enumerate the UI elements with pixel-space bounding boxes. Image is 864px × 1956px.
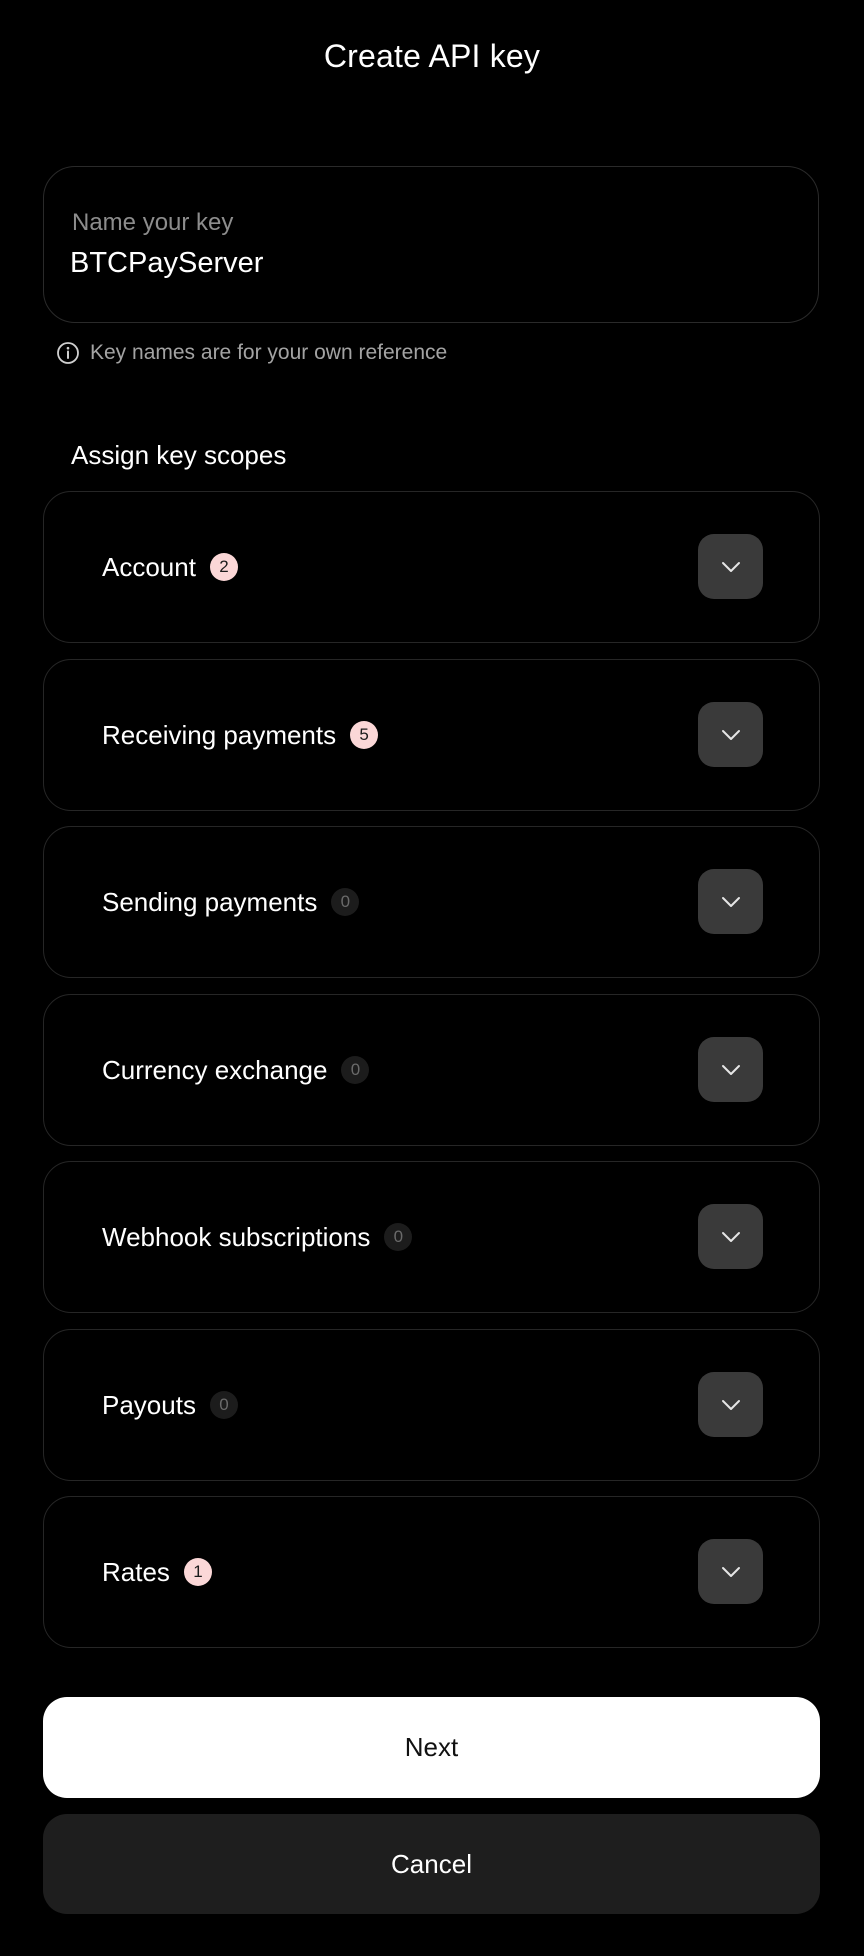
- info-icon: [56, 341, 80, 365]
- scope-count-badge: 0: [331, 888, 360, 916]
- next-button[interactable]: Next: [43, 1697, 820, 1798]
- scope-title: Receiving payments 5: [102, 660, 379, 810]
- key-name-hint: Key names are for your own reference: [56, 338, 447, 368]
- scope-title: Rates 1: [102, 1497, 212, 1647]
- chevron-down-icon: [720, 728, 742, 742]
- scope-label: Rates: [102, 1556, 170, 1587]
- chevron-down-icon: [720, 1230, 742, 1244]
- scope-label: Currency exchange: [102, 1054, 328, 1085]
- scope-card[interactable]: Account 2: [43, 491, 820, 643]
- expand-scope-button[interactable]: [698, 1539, 763, 1604]
- scope-card[interactable]: Receiving payments 5: [43, 659, 820, 811]
- scope-title: Payouts 0: [102, 1330, 238, 1480]
- scope-count-badge: 2: [209, 553, 238, 581]
- chevron-down-icon: [720, 1063, 742, 1077]
- scope-label: Account: [102, 551, 196, 582]
- scope-title: Currency exchange 0: [102, 995, 370, 1145]
- chevron-down-icon: [720, 560, 742, 574]
- scope-count-badge: 0: [209, 1391, 238, 1419]
- scope-count-badge: 0: [341, 1056, 370, 1084]
- scope-label: Sending payments: [102, 886, 318, 917]
- expand-scope-button[interactable]: [698, 1204, 763, 1269]
- scope-count-badge: 5: [350, 721, 379, 749]
- expand-scope-button[interactable]: [698, 869, 763, 934]
- chevron-down-icon: [720, 1398, 742, 1412]
- chevron-down-icon: [720, 895, 742, 909]
- key-name-label: Name your key: [72, 209, 234, 236]
- key-name-field[interactable]: Name your key: [43, 166, 819, 323]
- scope-count-badge: 1: [183, 1558, 212, 1586]
- page-title: Create API key: [323, 38, 541, 74]
- scope-title: Sending payments 0: [102, 827, 360, 977]
- scope-card[interactable]: Sending payments 0: [43, 826, 820, 978]
- expand-scope-button[interactable]: [698, 1037, 763, 1102]
- scope-card[interactable]: Currency exchange 0: [43, 994, 820, 1146]
- scope-title: Webhook subscriptions 0: [102, 1162, 413, 1312]
- chevron-down-icon: [720, 1565, 742, 1579]
- expand-scope-button[interactable]: [698, 534, 763, 599]
- scope-card[interactable]: Rates 1: [43, 1496, 820, 1648]
- scope-title: Account 2: [102, 492, 238, 642]
- key-name-hint-text: Key names are for your own reference: [90, 341, 448, 364]
- scope-label: Payouts: [102, 1389, 196, 1420]
- key-name-input[interactable]: [70, 247, 770, 280]
- scope-card[interactable]: Webhook subscriptions 0: [43, 1161, 820, 1313]
- scope-label: Receiving payments: [102, 719, 337, 750]
- create-api-key-page: Create API key Name your key Key names a…: [0, 0, 864, 1956]
- scope-label: Webhook subscriptions: [102, 1221, 371, 1252]
- scopes-heading: Assign key scopes: [71, 440, 287, 470]
- expand-scope-button[interactable]: [698, 702, 763, 767]
- expand-scope-button[interactable]: [698, 1372, 763, 1437]
- scope-count-badge: 0: [384, 1223, 413, 1251]
- scope-card[interactable]: Payouts 0: [43, 1329, 820, 1481]
- cancel-button[interactable]: Cancel: [43, 1814, 820, 1914]
